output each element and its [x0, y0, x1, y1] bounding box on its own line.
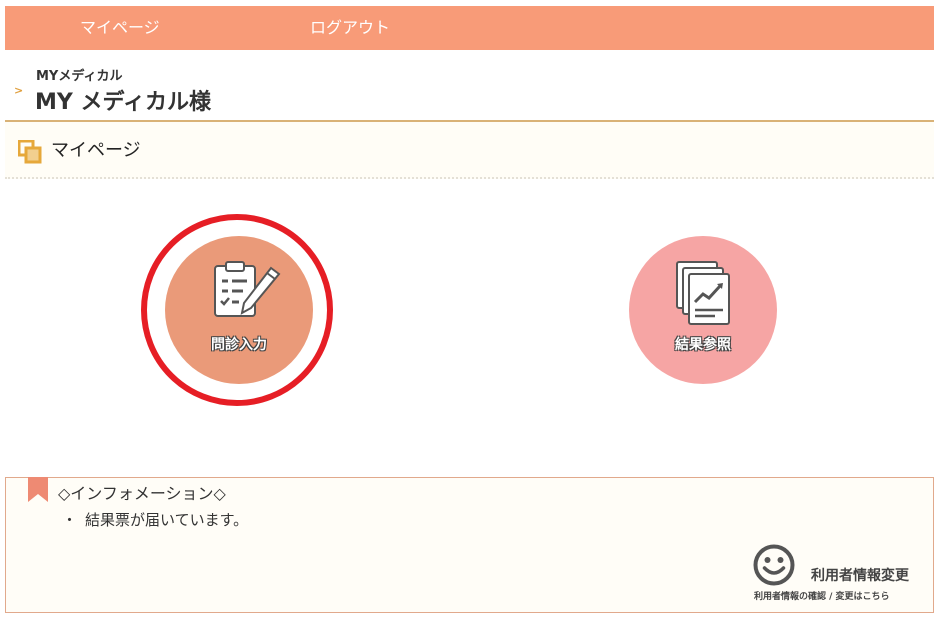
- information-title: ◇インフォメーション◇: [58, 484, 226, 503]
- nav-logout-link[interactable]: ログアウト: [310, 6, 390, 50]
- page-header: > MYメディカル MY メディカル様: [0, 50, 936, 122]
- results-view-button[interactable]: 結果参照: [629, 236, 777, 384]
- bookmark-ribbon-icon: [28, 477, 48, 502]
- information-item[interactable]: ・結果票が届いています。: [62, 509, 248, 530]
- site-subtitle: MYメディカル: [36, 69, 123, 84]
- top-nav: マイページ ログアウト: [5, 6, 934, 50]
- monshin-input-label: 問診入力: [211, 337, 267, 353]
- results-view-label: 結果参照: [675, 337, 731, 353]
- list-bullet: ・: [62, 511, 78, 529]
- nav-mypage-link[interactable]: マイページ: [80, 6, 160, 50]
- information-item-text: 結果票が届いています。: [85, 511, 249, 529]
- clipboard-pencil-icon: [214, 261, 281, 317]
- section-title: マイページ: [51, 140, 141, 161]
- chevron-right-icon: >: [14, 84, 24, 97]
- user-info-change-title: 利用者情報変更: [811, 568, 909, 584]
- user-info-change-subtitle: 利用者情報の確認 / 変更はこちら: [754, 592, 890, 602]
- page-title: MY メディカル様: [35, 90, 211, 115]
- monshin-input-button[interactable]: 問診入力: [165, 236, 313, 384]
- smiley-face-icon: [753, 544, 795, 586]
- user-info-change-link[interactable]: 利用者情報変更 利用者情報の確認 / 変更はこちら: [745, 540, 925, 605]
- section-header: マイページ: [5, 122, 934, 179]
- overlapping-squares-icon: [18, 140, 42, 164]
- documents-chart-icon: [676, 261, 730, 325]
